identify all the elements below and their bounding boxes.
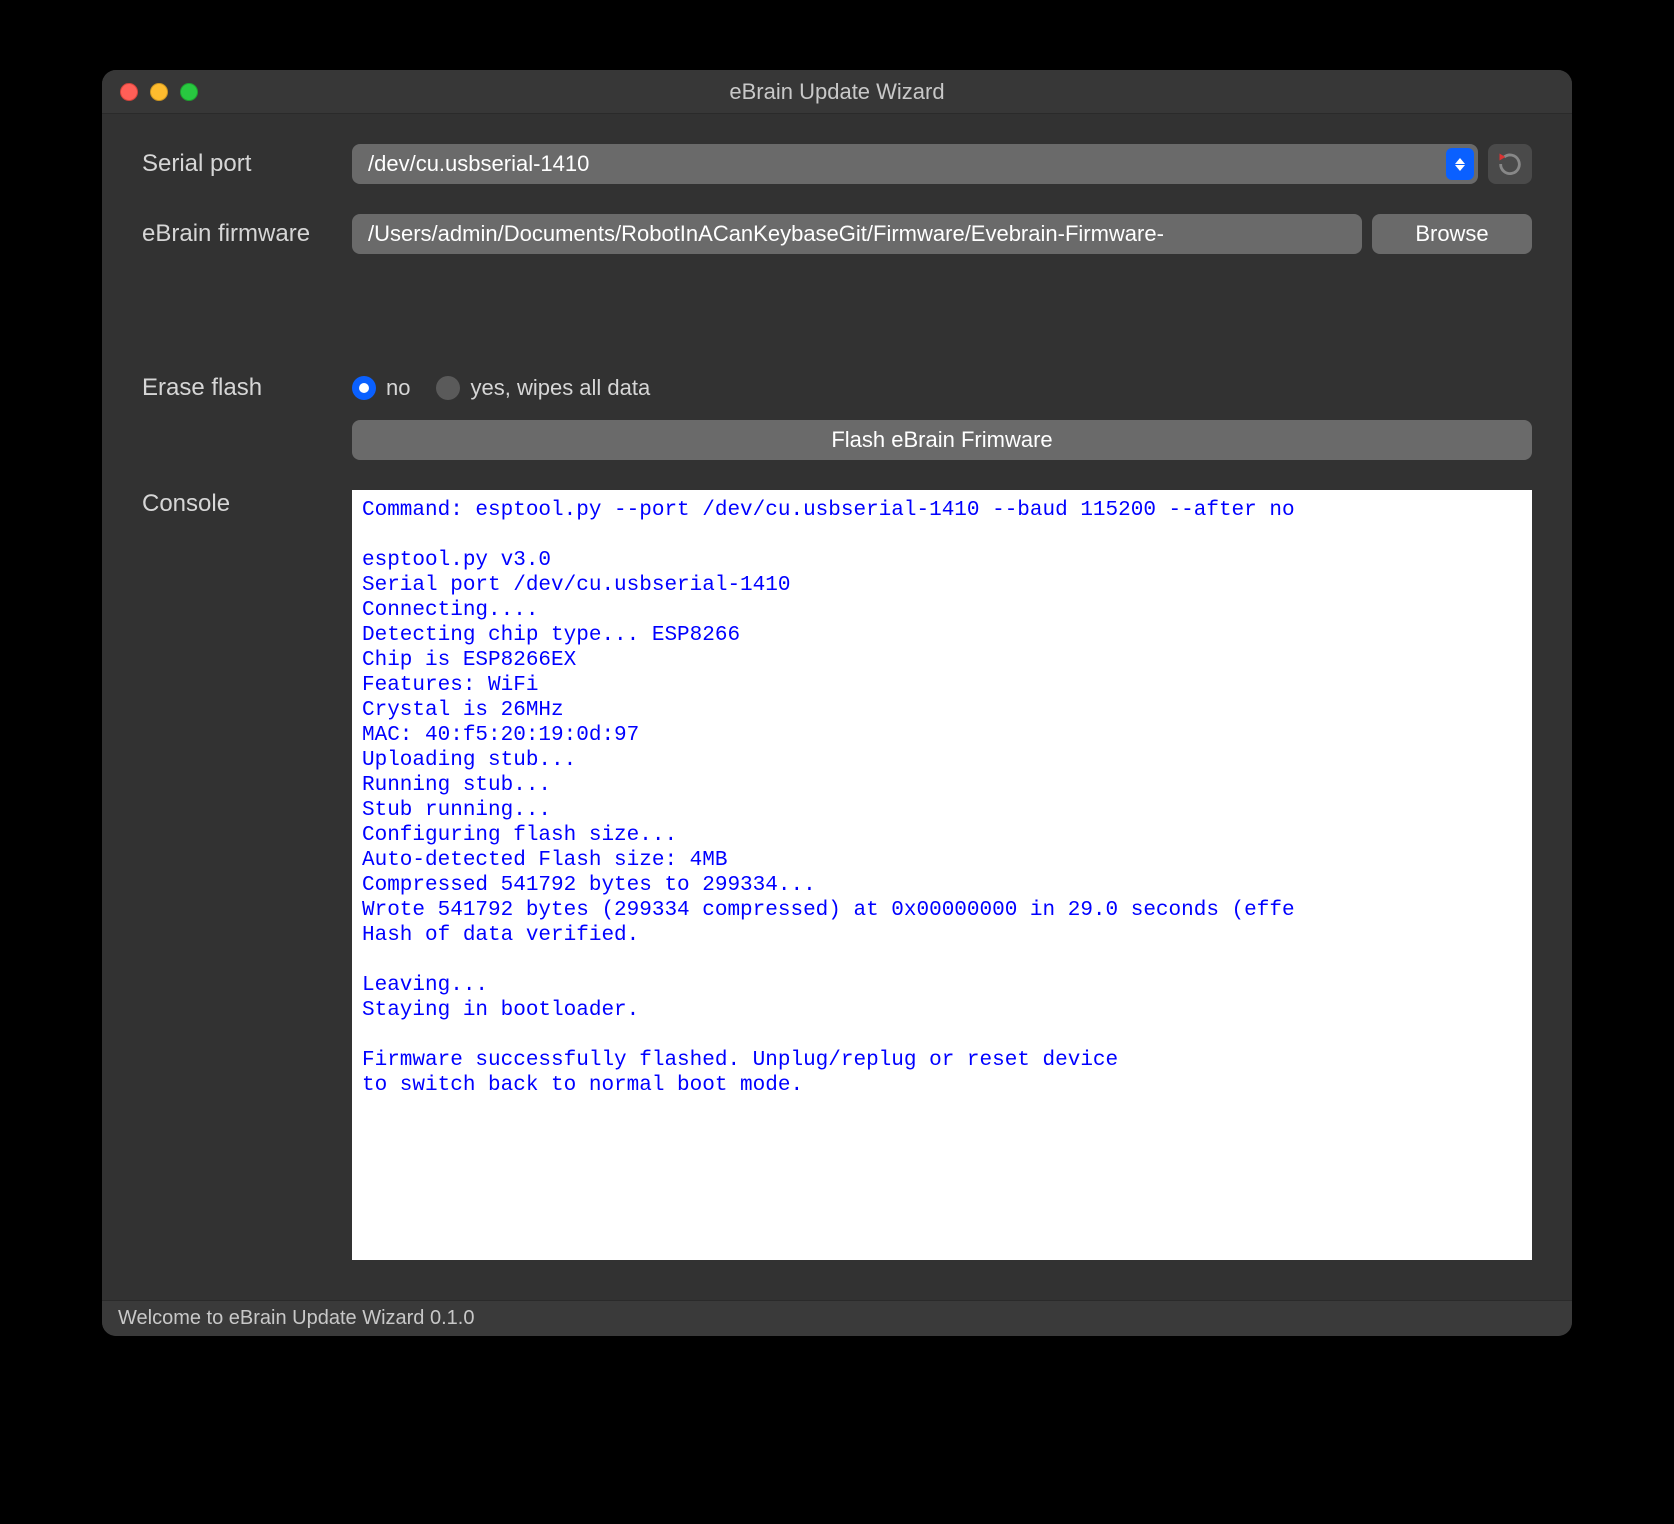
console-label: Console <box>142 490 352 518</box>
radio-icon <box>352 376 376 400</box>
flash-button-row: Flash eBrain Frimware <box>142 420 1532 460</box>
traffic-lights <box>102 83 198 101</box>
minimize-icon[interactable] <box>150 83 168 101</box>
content-area: Serial port /dev/cu.usbserial-1410 <box>102 114 1572 1300</box>
close-icon[interactable] <box>120 83 138 101</box>
refresh-icon <box>1496 150 1524 178</box>
firmware-path-value: /Users/admin/Documents/RobotInACanKeybas… <box>368 221 1164 247</box>
browse-button[interactable]: Browse <box>1372 214 1532 254</box>
app-window: eBrain Update Wizard Serial port /dev/cu… <box>102 70 1572 1336</box>
statusbar: Welcome to eBrain Update Wizard 0.1.0 <box>102 1300 1572 1336</box>
window-title: eBrain Update Wizard <box>102 79 1572 105</box>
select-arrows-icon <box>1446 148 1474 180</box>
status-text: Welcome to eBrain Update Wizard 0.1.0 <box>118 1307 474 1330</box>
serial-port-row: Serial port /dev/cu.usbserial-1410 <box>142 144 1532 184</box>
erase-yes-label: yes, wipes all data <box>470 375 650 401</box>
firmware-path-input[interactable]: /Users/admin/Documents/RobotInACanKeybas… <box>352 214 1362 254</box>
refresh-button[interactable] <box>1488 144 1532 184</box>
serial-port-select[interactable]: /dev/cu.usbserial-1410 <box>352 144 1478 184</box>
console-row: Console Command: esptool.py --port /dev/… <box>142 490 1532 1260</box>
flash-button[interactable]: Flash eBrain Frimware <box>352 420 1532 460</box>
serial-port-label: Serial port <box>142 150 352 178</box>
firmware-row: eBrain firmware /Users/admin/Documents/R… <box>142 214 1532 254</box>
erase-flash-label: Erase flash <box>142 374 352 402</box>
zoom-icon[interactable] <box>180 83 198 101</box>
firmware-label: eBrain firmware <box>142 220 352 248</box>
console-output[interactable]: Command: esptool.py --port /dev/cu.usbse… <box>352 490 1532 1260</box>
titlebar: eBrain Update Wizard <box>102 70 1572 114</box>
erase-yes-option[interactable]: yes, wipes all data <box>436 375 650 401</box>
erase-radio-group: no yes, wipes all data <box>352 375 650 401</box>
erase-no-label: no <box>386 375 410 401</box>
serial-port-value: /dev/cu.usbserial-1410 <box>368 151 1446 177</box>
erase-flash-row: Erase flash no yes, wipes all data <box>142 374 1532 402</box>
erase-no-option[interactable]: no <box>352 375 410 401</box>
radio-icon <box>436 376 460 400</box>
